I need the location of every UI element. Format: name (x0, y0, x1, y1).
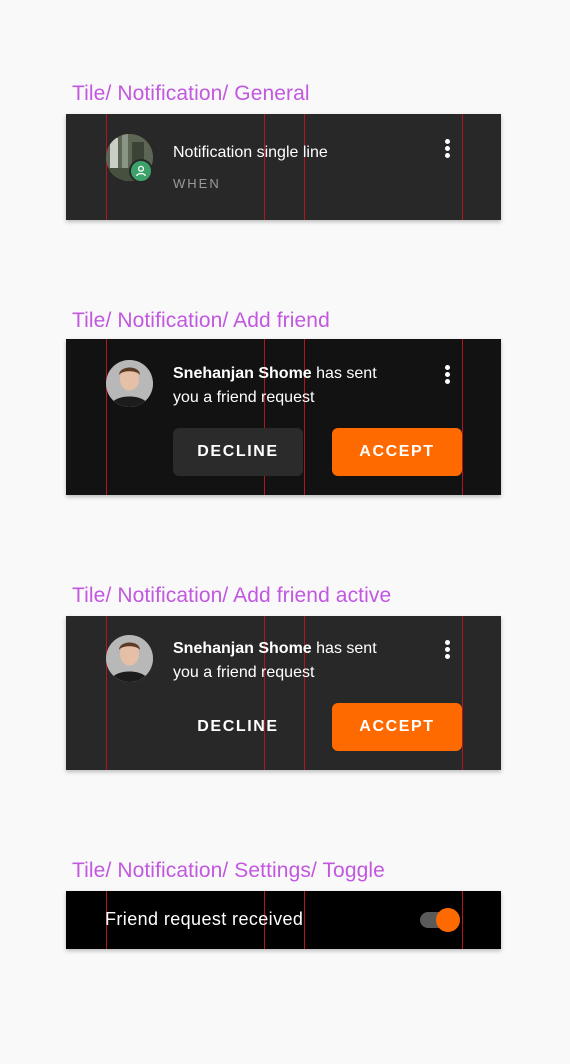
more-options-icon[interactable] (445, 139, 451, 160)
friend-request-message-line2: you a friend request (173, 664, 315, 681)
guide-line (462, 616, 463, 770)
friend-request-message-line2: you a friend request (173, 389, 315, 406)
section-title-add-friend-active: Tile/ Notification/ Add friend active (72, 584, 392, 607)
person-badge-icon (129, 159, 153, 183)
more-options-icon[interactable] (445, 640, 451, 661)
guide-line (462, 339, 463, 495)
friend-request-message-line1: Snehanjan Shome has sent (173, 637, 377, 661)
accept-button[interactable]: ACCEPT (332, 703, 462, 751)
friend-request-toggle[interactable] (420, 908, 460, 932)
sender-name: Snehanjan Shome (173, 365, 312, 382)
guide-line (264, 114, 265, 220)
guide-line (304, 114, 305, 220)
decline-button[interactable]: DECLINE (173, 703, 303, 751)
guide-line (106, 339, 107, 495)
section-title-settings-toggle: Tile/ Notification/ Settings/ Toggle (72, 859, 385, 882)
setting-label: Friend request received (105, 909, 304, 929)
guide-line (462, 891, 463, 949)
accept-button[interactable]: ACCEPT (332, 428, 462, 476)
message-text: has sent (316, 640, 377, 657)
toggle-knob (436, 908, 460, 932)
notification-tile-add-friend-active[interactable]: Snehanjan Shome has sent you a friend re… (66, 616, 501, 770)
guide-line (462, 114, 463, 220)
notification-time: WHEN (173, 176, 221, 191)
avatar (106, 635, 153, 682)
notification-tile-add-friend[interactable]: Snehanjan Shome has sent you a friend re… (66, 339, 501, 495)
message-text: has sent (316, 365, 377, 382)
avatar-photo (106, 635, 153, 682)
guide-line (106, 114, 107, 220)
section-title-general: Tile/ Notification/ General (72, 82, 310, 105)
settings-toggle-tile[interactable]: Friend request received (66, 891, 501, 949)
decline-button[interactable]: DECLINE (173, 428, 303, 476)
more-options-icon[interactable] (445, 365, 451, 386)
friend-request-message-line1: Snehanjan Shome has sent (173, 362, 377, 386)
avatar-photo (106, 360, 153, 407)
sender-name: Snehanjan Shome (173, 640, 312, 657)
section-title-add-friend: Tile/ Notification/ Add friend (72, 309, 330, 332)
guide-line (304, 891, 305, 949)
guide-line (106, 616, 107, 770)
notification-line: Notification single line (173, 144, 328, 161)
avatar (106, 360, 153, 407)
notification-tile-general[interactable]: Notification single line WHEN (66, 114, 501, 220)
